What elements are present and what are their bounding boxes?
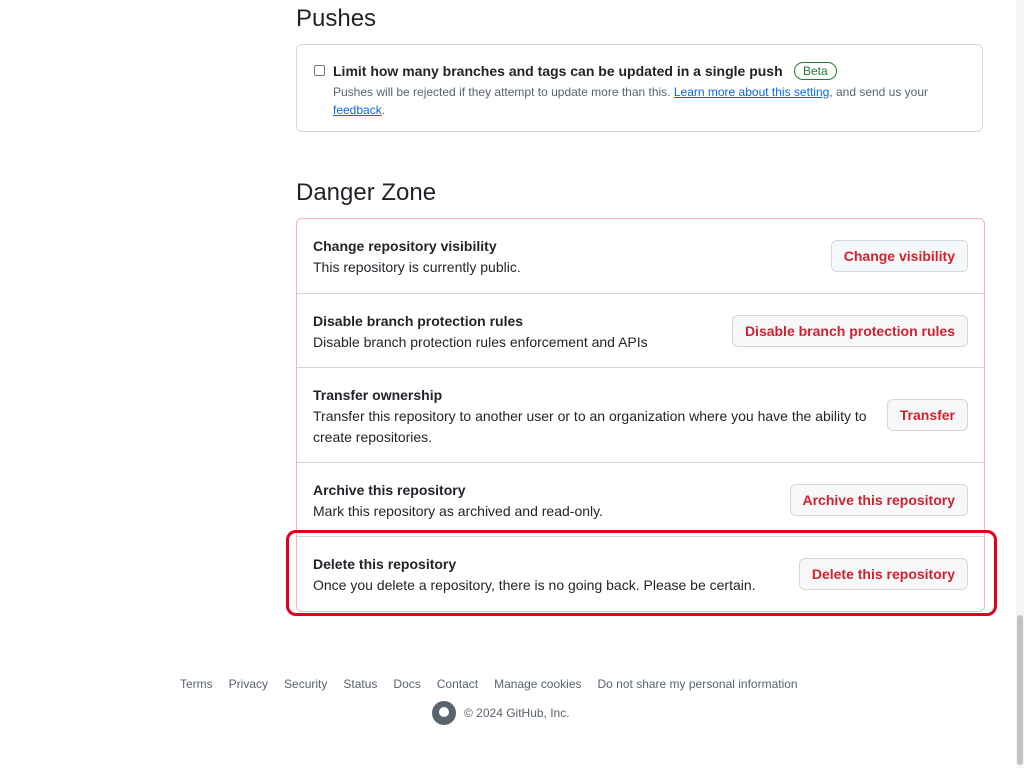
footer-link-terms[interactable]: Terms (180, 676, 213, 692)
archive-button[interactable]: Archive this repository (789, 484, 968, 516)
transfer-button[interactable]: Transfer (886, 399, 968, 431)
change-visibility-button[interactable]: Change visibility (830, 240, 968, 272)
footer-links: Terms Privacy Security Status Docs Conta… (180, 676, 798, 692)
transfer-title: Transfer ownership (313, 387, 443, 403)
footer-link-do-not-share[interactable]: Do not share my personal information (598, 676, 798, 692)
visibility-description: This repository is currently public. (313, 259, 521, 275)
footer-link-privacy[interactable]: Privacy (229, 676, 268, 692)
danger-row-transfer: Transfer ownership Transfer this reposit… (297, 367, 984, 462)
delete-title: Delete this repository (313, 556, 457, 572)
pushes-heading: Pushes (296, 5, 377, 32)
branch-protection-title: Disable branch protection rules (313, 313, 524, 329)
footer-link-docs[interactable]: Docs (393, 676, 420, 692)
footer-link-manage-cookies[interactable]: Manage cookies (494, 676, 581, 692)
feedback-link[interactable]: feedback (333, 103, 382, 117)
copyright-text: © 2024 GitHub, Inc. (464, 706, 570, 720)
delete-repository-button[interactable]: Delete this repository (798, 558, 968, 590)
archive-title: Archive this repository (313, 482, 466, 498)
beta-badge: Beta (794, 62, 837, 80)
danger-zone-box: Change repository visibility This reposi… (296, 218, 985, 612)
limit-push-description: Pushes will be rejected if they attempt … (333, 85, 929, 117)
page-scrollbar[interactable] (1016, 0, 1024, 768)
visibility-title: Change repository visibility (313, 238, 497, 254)
transfer-description: Transfer this repository to another user… (313, 408, 867, 445)
limit-push-label[interactable]: Limit how many branches and tags can be … (333, 62, 783, 80)
danger-row-delete: Delete this repository Once you delete a… (297, 536, 984, 611)
learn-more-link[interactable]: Learn more about this setting (674, 85, 829, 99)
pushes-settings-box: Limit how many branches and tags can be … (296, 44, 983, 132)
branch-protection-description: Disable branch protection rules enforcem… (313, 334, 648, 350)
footer-link-status[interactable]: Status (343, 676, 377, 692)
limit-push-checkbox[interactable] (314, 65, 325, 76)
footer-link-security[interactable]: Security (284, 676, 327, 692)
delete-description: Once you delete a repository, there is n… (313, 577, 756, 593)
github-logo-icon[interactable] (432, 701, 456, 725)
footer-link-contact[interactable]: Contact (437, 676, 478, 692)
footer-copyright: © 2024 GitHub, Inc. (432, 701, 570, 725)
danger-row-visibility: Change repository visibility This reposi… (297, 219, 984, 293)
danger-row-archive: Archive this repository Mark this reposi… (297, 462, 984, 536)
archive-description: Mark this repository as archived and rea… (313, 503, 603, 519)
disable-branch-protection-button[interactable]: Disable branch protection rules (731, 315, 968, 347)
scrollbar-thumb[interactable] (1017, 615, 1023, 765)
danger-row-branch-protection: Disable branch protection rules Disable … (297, 293, 984, 367)
danger-zone-heading: Danger Zone (296, 179, 437, 206)
